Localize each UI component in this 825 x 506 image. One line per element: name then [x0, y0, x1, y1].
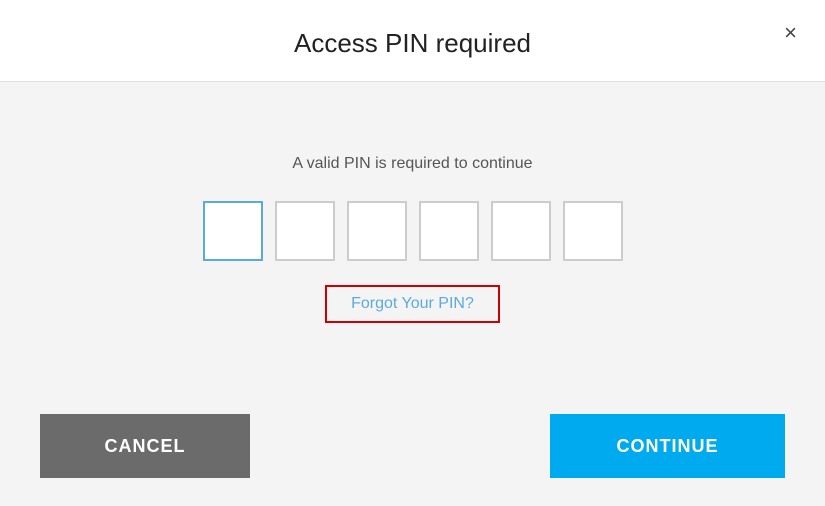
subtitle-text: A valid PIN is required to continue — [292, 155, 532, 173]
cancel-button[interactable]: CANCEL — [40, 414, 250, 478]
pin-input-3[interactable] — [347, 201, 407, 261]
pin-input-5[interactable] — [491, 201, 551, 261]
modal-title: Access PIN required — [20, 28, 805, 59]
pin-inputs-container — [203, 201, 623, 261]
close-button[interactable]: × — [780, 18, 801, 48]
continue-button[interactable]: CONTINUE — [550, 414, 785, 478]
access-pin-modal: Access PIN required × A valid PIN is req… — [0, 0, 825, 506]
pin-input-4[interactable] — [419, 201, 479, 261]
forgot-pin-wrapper: Forgot Your PIN? — [325, 285, 500, 323]
modal-header: Access PIN required × — [0, 0, 825, 82]
pin-input-6[interactable] — [563, 201, 623, 261]
modal-footer: CANCEL CONTINUE — [0, 396, 825, 506]
modal-body: A valid PIN is required to continue Forg… — [0, 82, 825, 396]
pin-input-1[interactable] — [203, 201, 263, 261]
forgot-pin-button[interactable]: Forgot Your PIN? — [351, 295, 474, 313]
pin-input-2[interactable] — [275, 201, 335, 261]
